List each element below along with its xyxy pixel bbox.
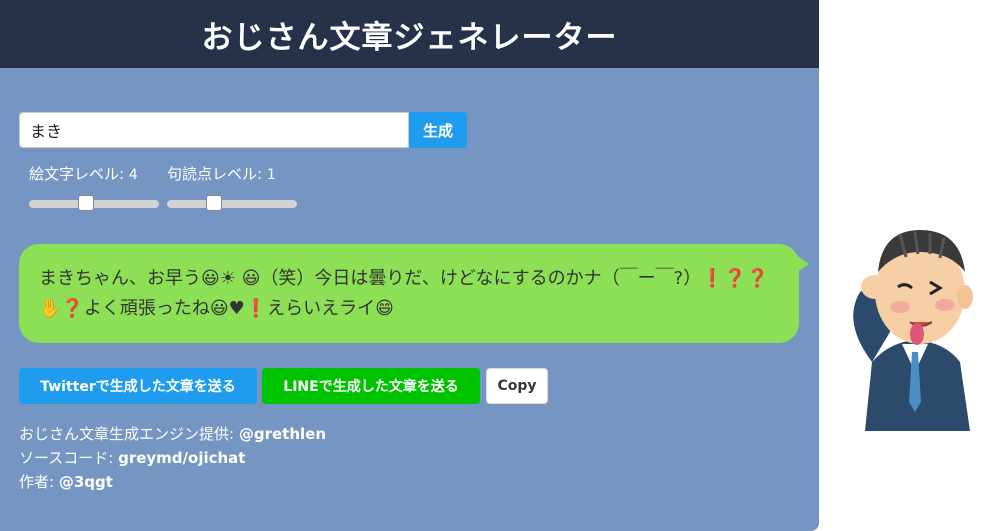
punctuation-level-label: 句読点レベル: 1 xyxy=(167,165,276,183)
slider-thumb[interactable] xyxy=(205,195,222,211)
header-bar: おじさん文章ジェネレーター xyxy=(0,0,819,68)
emoji-level-value: 4 xyxy=(128,167,138,183)
line-share-button[interactable]: LINEで生成した文章を送る xyxy=(262,368,480,404)
credit-source: ソースコード: greymd/ojichat xyxy=(19,449,246,467)
name-input[interactable] xyxy=(19,112,409,148)
twitter-share-button[interactable]: Twitterで生成した文章を送る xyxy=(19,368,257,404)
generate-button[interactable]: 生成 xyxy=(409,112,467,148)
slider-thumb[interactable] xyxy=(78,195,95,211)
message-bubble: まきちゃん、お早う😃☀ 😃（笑）今日は曇りだ、けどなにするのかナ（￣ー￣?）❗❓… xyxy=(19,244,799,343)
generated-message: まきちゃん、お早う😃☀ 😃（笑）今日は曇りだ、けどなにするのかナ（￣ー￣?）❗❓… xyxy=(39,268,769,319)
app-panel: おじさん文章ジェネレーター 生成 絵文字レベル: 4 句読点レベル: 1 まきち… xyxy=(0,0,819,531)
punctuation-level-slider[interactable] xyxy=(167,194,297,214)
page-title: おじさん文章ジェネレーター xyxy=(201,19,618,56)
copy-button[interactable]: Copy xyxy=(486,368,548,404)
credit-author: 作者: @3qgt xyxy=(19,473,113,491)
emoji-level-label: 絵文字レベル: 4 xyxy=(29,165,138,183)
author-link[interactable]: @3qgt xyxy=(59,473,113,491)
emoji-level-slider[interactable] xyxy=(29,194,159,214)
punctuation-level-value: 1 xyxy=(266,167,276,183)
credit-engine: おじさん文章生成エンジン提供: @grethlen xyxy=(19,425,326,443)
bubble-tail xyxy=(797,256,809,272)
engine-link[interactable]: @grethlen xyxy=(239,425,326,443)
slider-track xyxy=(167,200,297,208)
ojisan-illustration xyxy=(820,212,1007,431)
source-link[interactable]: greymd/ojichat xyxy=(118,449,245,467)
